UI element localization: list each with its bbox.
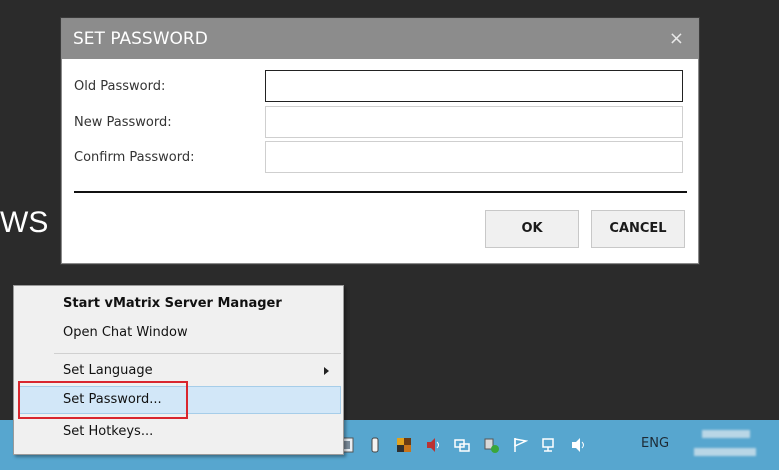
input-language-indicator[interactable]: ENG [641, 436, 669, 451]
highlight-annotation-box [18, 381, 188, 419]
menu-separator [54, 353, 341, 354]
submenu-arrow-icon [324, 367, 329, 375]
speaker-icon[interactable] [425, 437, 441, 453]
close-icon[interactable]: × [669, 19, 684, 59]
menu-item-open-chat-window[interactable]: Open Chat Window [18, 319, 341, 347]
flag-action-center-icon[interactable] [512, 437, 529, 453]
network-security-icon[interactable] [483, 437, 499, 453]
clock-blurred[interactable] [694, 428, 758, 462]
old-password-row: Old Password: [62, 70, 698, 104]
tray-context-menu: Start vMatrix Server Manager Open Chat W… [13, 285, 344, 455]
dialog-title: SET PASSWORD [73, 29, 208, 49]
confirm-password-row: Confirm Password: [62, 141, 698, 175]
network-icon[interactable] [541, 437, 557, 453]
old-password-label: Old Password: [74, 79, 166, 94]
menu-item-start-server-manager[interactable]: Start vMatrix Server Manager [18, 290, 341, 318]
usb-eject-icon[interactable] [367, 437, 383, 453]
confirm-password-label: Confirm Password: [74, 150, 195, 165]
dialog-title-bar: SET PASSWORD × [62, 19, 698, 59]
menu-item-set-hotkeys[interactable]: Set Hotkeys... [18, 418, 341, 446]
dialog-divider [74, 191, 687, 193]
system-tray [338, 420, 599, 470]
menu-item-set-language-label: Set Language [63, 363, 153, 378]
display-icon[interactable] [454, 437, 470, 453]
new-password-label: New Password: [74, 115, 172, 130]
old-password-field[interactable] [265, 70, 683, 102]
confirm-password-field[interactable] [265, 141, 683, 173]
ok-button[interactable]: OK [485, 210, 579, 248]
color-app-icon[interactable] [396, 437, 412, 453]
background-window-text: WS [0, 206, 49, 239]
new-password-row: New Password: [62, 106, 698, 140]
set-password-dialog: SET PASSWORD × Old Password: New Passwor… [61, 18, 699, 264]
new-password-field[interactable] [265, 106, 683, 138]
cancel-button[interactable]: CANCEL [591, 210, 685, 248]
volume-icon[interactable] [570, 437, 586, 453]
